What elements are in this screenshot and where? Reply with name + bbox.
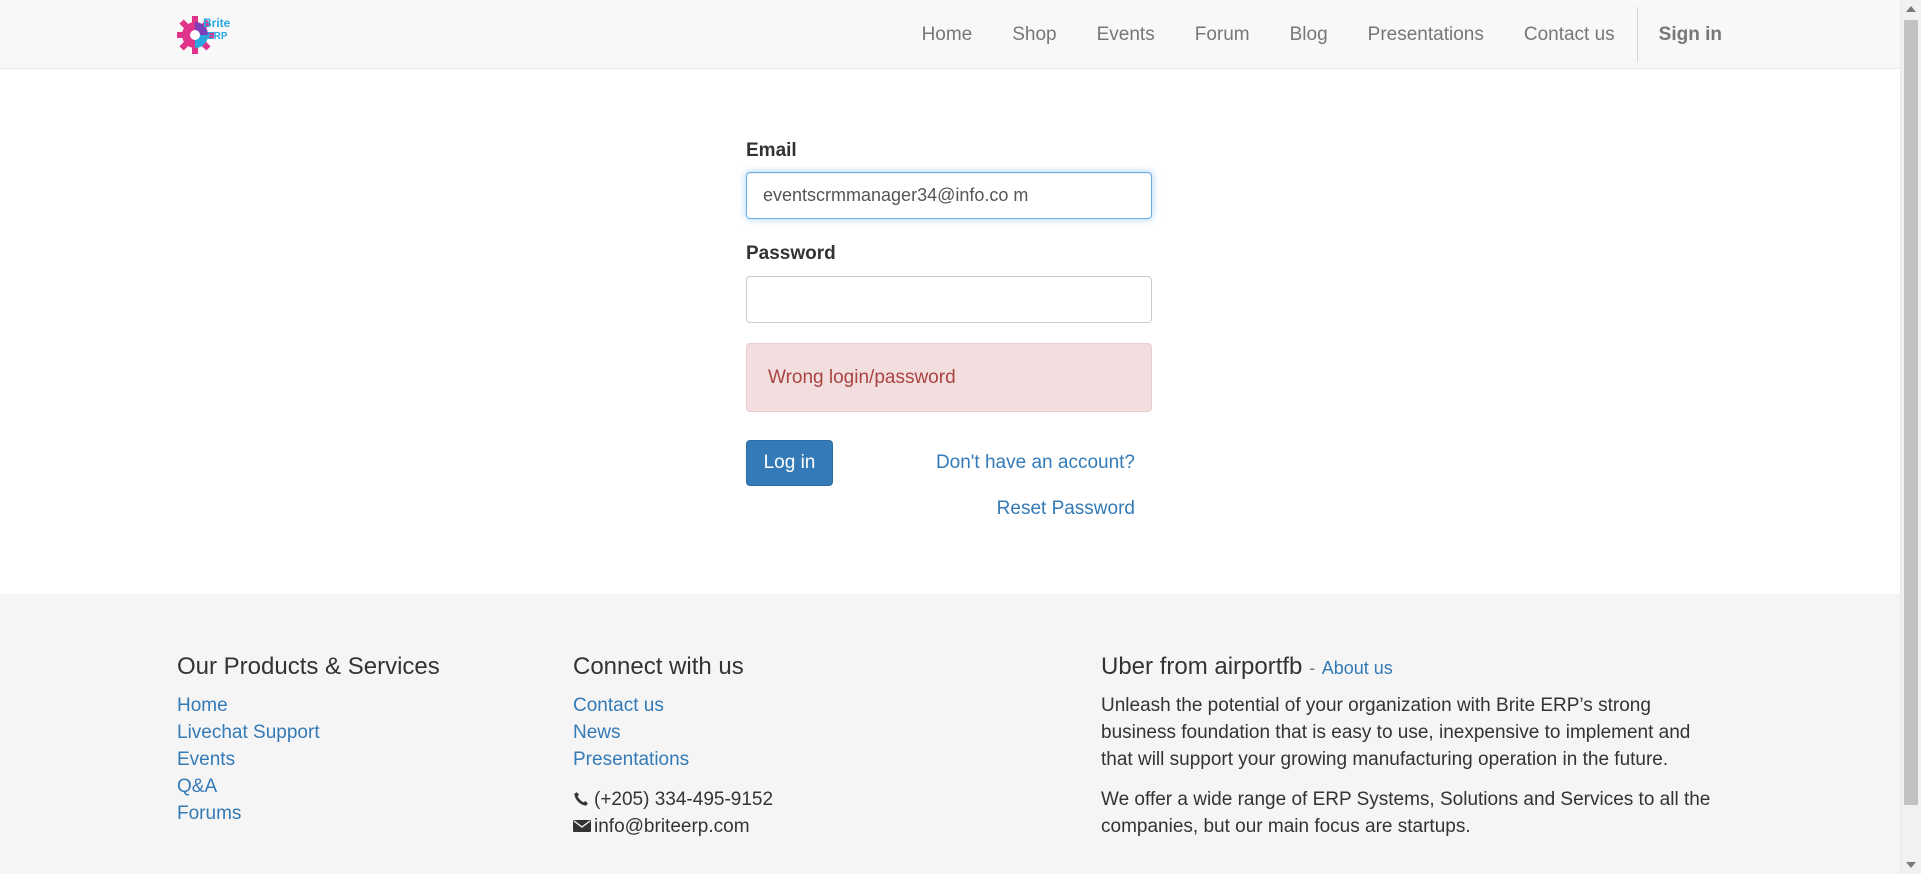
connect-title: Connect with us bbox=[573, 653, 744, 680]
footer-link-home[interactable]: Home bbox=[177, 695, 228, 716]
svg-text:Brite: Brite bbox=[203, 16, 231, 30]
navbar: Brite ERP Home Shop Events Forum Blog Pr… bbox=[0, 0, 1900, 69]
nav-contact-us[interactable]: Contact us bbox=[1504, 0, 1635, 69]
footer-link-presentations[interactable]: Presentations bbox=[573, 749, 689, 770]
footer-link-contact-us[interactable]: Contact us bbox=[573, 695, 664, 716]
email-label: Email bbox=[746, 140, 797, 161]
scroll-down-arrow-icon[interactable] bbox=[1906, 862, 1916, 868]
nav-shop[interactable]: Shop bbox=[992, 0, 1076, 69]
nav-home[interactable]: Home bbox=[902, 0, 993, 69]
footer-link-qa[interactable]: Q&A bbox=[177, 776, 217, 797]
scroll-up-arrow-icon[interactable] bbox=[1906, 6, 1916, 12]
phone-row: (+205) 334-495-9152 bbox=[573, 786, 1053, 813]
log-in-button[interactable]: Log in bbox=[746, 440, 833, 486]
about-paragraph-1: Unleash the potential of your organizati… bbox=[1101, 695, 1691, 770]
phone-number: (+205) 334-495-9152 bbox=[594, 789, 774, 810]
footer-link-news[interactable]: News bbox=[573, 722, 621, 743]
email-field[interactable] bbox=[746, 172, 1152, 219]
about-title: Uber from airportfb - About us bbox=[1101, 648, 1711, 686]
nav-forum[interactable]: Forum bbox=[1175, 0, 1270, 69]
footer-about: Uber from airportfb - About us Unleash t… bbox=[1101, 648, 1711, 853]
nav-blog[interactable]: Blog bbox=[1270, 0, 1348, 69]
scroll-thumb[interactable] bbox=[1904, 20, 1918, 805]
products-links: Home Livechat Support Events Q&A Forums bbox=[177, 692, 547, 827]
svg-text:ERP: ERP bbox=[207, 31, 228, 42]
error-alert: Wrong login/password bbox=[746, 343, 1152, 412]
connect-links: Contact us News Presentations bbox=[573, 692, 1053, 773]
contact-info: (+205) 334-495-9152 info@briteerp.com bbox=[573, 786, 1053, 840]
nav-sign-in[interactable]: Sign in bbox=[1638, 0, 1722, 69]
nav-presentations[interactable]: Presentations bbox=[1348, 0, 1504, 69]
brand-logo[interactable]: Brite ERP bbox=[176, 13, 231, 55]
footer-link-livechat-support[interactable]: Livechat Support bbox=[177, 722, 320, 743]
signup-link[interactable]: Don't have an account? bbox=[936, 452, 1135, 474]
products-title: Our Products & Services bbox=[177, 653, 440, 680]
password-field[interactable] bbox=[746, 276, 1152, 323]
phone-icon bbox=[573, 788, 589, 806]
footer-link-events[interactable]: Events bbox=[177, 749, 235, 770]
envelope-icon bbox=[573, 815, 591, 832]
reset-password-link[interactable]: Reset Password bbox=[997, 498, 1135, 520]
footer-products: Our Products & Services Home Livechat Su… bbox=[177, 648, 547, 827]
about-paragraph-2: We offer a wide range of ERP Systems, So… bbox=[1101, 789, 1711, 837]
password-label: Password bbox=[746, 243, 836, 264]
email-row: info@briteerp.com bbox=[573, 813, 1053, 840]
page-scrollbar[interactable] bbox=[1900, 0, 1921, 874]
gear-logo-icon: Brite ERP bbox=[176, 16, 231, 54]
email-address: info@briteerp.com bbox=[594, 816, 750, 837]
footer: Our Products & Services Home Livechat Su… bbox=[0, 594, 1900, 874]
about-us-link[interactable]: About us bbox=[1322, 658, 1393, 678]
login-form: Email Password Wrong login/password Log … bbox=[746, 138, 1152, 540]
company-name: Uber from airportfb bbox=[1101, 653, 1303, 680]
main-menu: Home Shop Events Forum Blog Presentation… bbox=[902, 0, 1722, 69]
footer-connect: Connect with us Contact us News Presenta… bbox=[573, 648, 1053, 840]
nav-events[interactable]: Events bbox=[1077, 0, 1175, 69]
footer-link-forums[interactable]: Forums bbox=[177, 803, 241, 824]
form-actions: Log in Don't have an account? Reset Pass… bbox=[746, 440, 1152, 540]
about-separator: - bbox=[1309, 658, 1316, 678]
